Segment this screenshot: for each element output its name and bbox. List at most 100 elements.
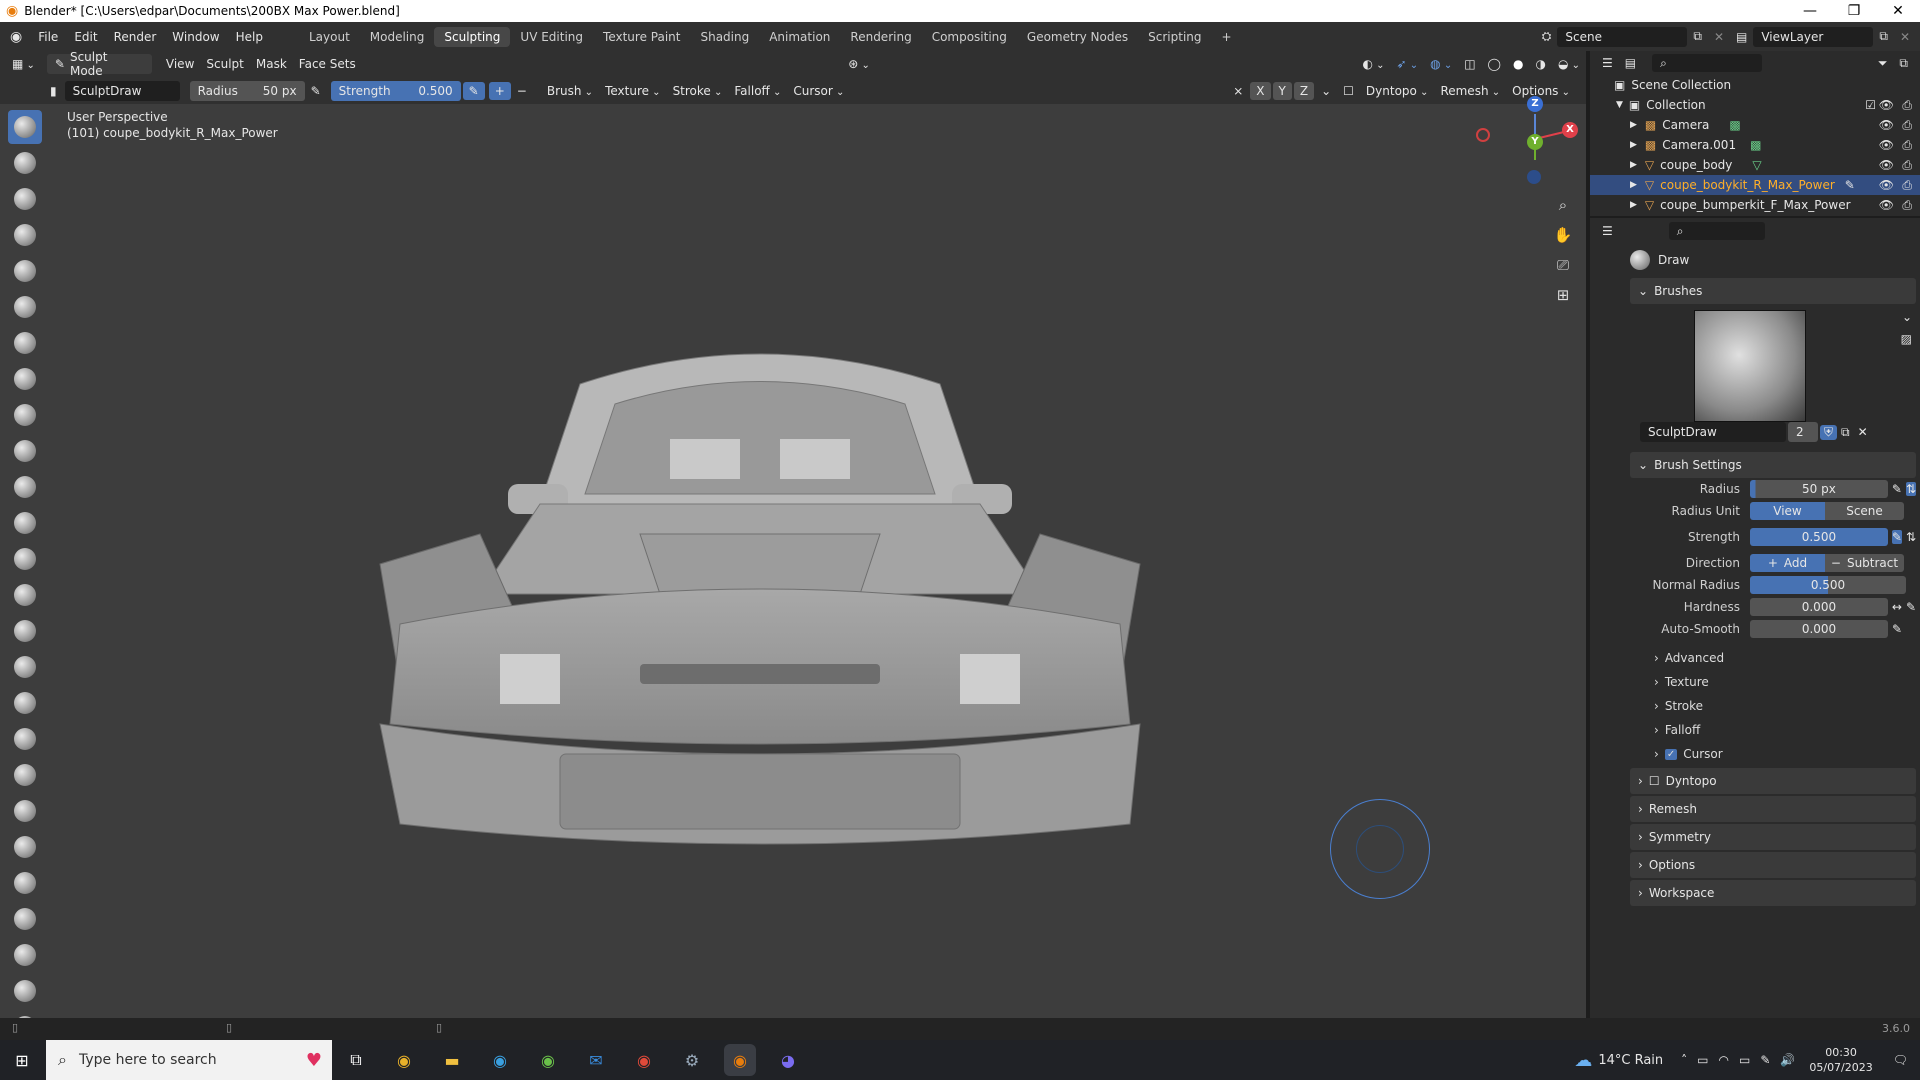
symmetry-y-toggle[interactable]: Y bbox=[1272, 81, 1292, 100]
brush-settings-panel-header[interactable]: ⌄ Brush Settings bbox=[1630, 452, 1916, 478]
chevron-down-icon[interactable]: ⌄ bbox=[1315, 82, 1337, 100]
auto-smooth-field[interactable]: 0.000 bbox=[1750, 620, 1888, 638]
tab-texture-paint[interactable]: Texture Paint bbox=[593, 27, 690, 47]
expand-right-icon[interactable]: ▶ bbox=[1630, 180, 1637, 190]
mail-icon[interactable]: ✉ bbox=[580, 1044, 612, 1076]
wireframe-shading-icon[interactable]: ◯ bbox=[1482, 55, 1507, 73]
tool-layer[interactable] bbox=[8, 290, 42, 324]
tool-slide-relax[interactable] bbox=[8, 902, 42, 936]
menu-view[interactable]: View bbox=[160, 55, 200, 73]
tool-draw-sharp[interactable] bbox=[8, 146, 42, 180]
add-workspace-icon[interactable]: + bbox=[1212, 27, 1242, 47]
cursor-checkbox[interactable]: ✓ bbox=[1664, 748, 1678, 760]
panel-symmetry[interactable]: › Symmetry bbox=[1630, 824, 1916, 850]
camera-render-icon[interactable]: ⎙ bbox=[1902, 98, 1912, 113]
chevron-up-icon[interactable]: ˄ bbox=[1681, 1053, 1687, 1067]
menu-file[interactable]: File bbox=[30, 30, 66, 44]
transform-orientation-icon[interactable]: ⊛ bbox=[842, 55, 876, 73]
eye-icon[interactable]: 👁 bbox=[1879, 118, 1894, 132]
filter-icon[interactable]: ⏷ bbox=[1872, 56, 1894, 71]
volume-icon[interactable]: 🔊 bbox=[1780, 1053, 1795, 1067]
discord-icon[interactable]: ◕ bbox=[772, 1044, 804, 1076]
strength-field[interactable]: 0.500 bbox=[1749, 528, 1888, 546]
outliner-item-coupe-bumperkit[interactable]: ▶ ▽ coupe_bumperkit_F_Max_Power 👁 ⎙ bbox=[1590, 195, 1920, 215]
minimize-icon[interactable]: — bbox=[1788, 3, 1832, 19]
expand-right-icon[interactable]: ▶ bbox=[1630, 140, 1637, 150]
tool-multiplane-scrape[interactable] bbox=[8, 578, 42, 612]
tab-layout[interactable]: Layout bbox=[299, 27, 360, 47]
properties-search-input[interactable]: ⌕ bbox=[1668, 222, 1765, 240]
dyntopo-checkbox[interactable]: ☐ bbox=[1649, 774, 1660, 788]
tool-pose[interactable] bbox=[8, 794, 42, 828]
direction-subtract[interactable]: − Subtract bbox=[1825, 554, 1904, 572]
radius-unit-scene[interactable]: Scene bbox=[1825, 502, 1904, 520]
eye-icon[interactable]: 👁 bbox=[1879, 138, 1894, 152]
brushes-panel-header[interactable]: ⌄ Brushes bbox=[1630, 278, 1916, 304]
outliner-item-camera-001[interactable]: ▶ ▩ Camera.001 ▩ 👁 ⎙ bbox=[1590, 135, 1920, 155]
tab-scripting[interactable]: Scripting bbox=[1138, 27, 1211, 47]
eye-icon[interactable]: 👁 bbox=[1879, 178, 1894, 192]
strength-slider[interactable]: Strength 0.500 bbox=[330, 80, 461, 101]
radius-unit-view[interactable]: View bbox=[1750, 502, 1825, 520]
eye-icon[interactable]: 👁 bbox=[1879, 198, 1894, 212]
tab-shading[interactable]: Shading bbox=[690, 27, 759, 47]
chrome-profile-icon[interactable]: ◉ bbox=[532, 1044, 564, 1076]
expand-right-icon[interactable]: ▶ bbox=[1630, 120, 1637, 130]
tool-clay-strips[interactable] bbox=[8, 218, 42, 252]
radius-unit-toggle-icon[interactable]: ⇅ bbox=[1905, 482, 1917, 496]
gizmo-y-axis[interactable]: Y bbox=[1527, 134, 1543, 150]
duplicate-icon[interactable]: ⧉ bbox=[1837, 425, 1854, 440]
file-explorer-icon[interactable]: ▬ bbox=[436, 1044, 468, 1076]
chrome-icon[interactable]: ◉ bbox=[388, 1044, 420, 1076]
tool-clay-thumb[interactable] bbox=[8, 254, 42, 288]
camera-render-icon[interactable]: ⎙ bbox=[1902, 118, 1912, 133]
new-collection-icon[interactable]: ⧉ bbox=[1893, 56, 1914, 71]
auto-smooth-pressure-icon[interactable]: ✎ bbox=[1892, 622, 1902, 636]
symmetry-z-toggle[interactable]: Z bbox=[1293, 81, 1315, 100]
outliner-item-camera[interactable]: ▶ ▩ Camera ▩ 👁 ⎙ bbox=[1590, 115, 1920, 135]
fake-user-shield-icon[interactable]: ⛨ bbox=[1820, 424, 1838, 440]
rendered-shading-icon[interactable]: ◒ bbox=[1552, 55, 1586, 73]
collection-checkbox[interactable]: ☑ bbox=[1865, 98, 1876, 112]
unlink-x-icon[interactable]: ✕ bbox=[1854, 425, 1872, 439]
gizmo-neg-x-axis[interactable] bbox=[1476, 128, 1490, 142]
tool-fill[interactable] bbox=[8, 506, 42, 540]
outliner-item-coupe-bodykit[interactable]: ▶ ▽ coupe_bodykit_R_Max_Power ✎ 👁 ⎙ bbox=[1590, 175, 1920, 195]
menu-mask[interactable]: Mask bbox=[250, 55, 293, 73]
3d-viewport[interactable]: User Perspective (101) coupe_bodykit_R_M… bbox=[0, 96, 1586, 1018]
tool-pinch[interactable] bbox=[8, 614, 42, 648]
menu-sculpt[interactable]: Sculpt bbox=[200, 55, 249, 73]
steam-icon[interactable]: ⚙ bbox=[676, 1044, 708, 1076]
strength-pressure-icon[interactable]: ✎ bbox=[1891, 530, 1902, 544]
tool-inflate[interactable] bbox=[8, 326, 42, 360]
car-model[interactable] bbox=[340, 264, 1240, 864]
texture-menu[interactable]: Texture bbox=[599, 82, 667, 100]
tool-elastic-deform[interactable] bbox=[8, 686, 42, 720]
pen-icon[interactable]: ✎ bbox=[1760, 1053, 1770, 1067]
tab-modeling[interactable]: Modeling bbox=[360, 27, 435, 47]
new-scene-icon[interactable]: ⧉ bbox=[1687, 29, 1708, 44]
mode-selector[interactable]: ✎ Sculpt Mode bbox=[46, 50, 152, 78]
expand-down-icon[interactable]: ▼ bbox=[1616, 100, 1623, 110]
tool-crease[interactable] bbox=[8, 398, 42, 432]
windows-start-icon[interactable]: ⊞ bbox=[6, 1044, 38, 1076]
symmetry-x-toggle[interactable]: X bbox=[1250, 81, 1271, 100]
direction-add[interactable]: + Add bbox=[1750, 554, 1825, 572]
gizmo-neg-z-axis[interactable] bbox=[1527, 170, 1541, 184]
zoom-icon[interactable]: ⌕ bbox=[1550, 192, 1576, 218]
dyntopo-menu[interactable]: Dyntopo bbox=[1360, 82, 1435, 100]
gizmo-x-axis[interactable]: X bbox=[1562, 122, 1578, 138]
edge-icon[interactable]: ◉ bbox=[484, 1044, 516, 1076]
new-view-layer-icon[interactable]: ⧉ bbox=[1873, 29, 1894, 44]
camera-render-icon[interactable]: ⎙ bbox=[1902, 158, 1912, 173]
view-layer-selector[interactable]: ViewLayer bbox=[1753, 26, 1874, 47]
restore-icon[interactable]: ❐ bbox=[1832, 3, 1876, 19]
tab-sculpting[interactable]: Sculpting bbox=[434, 26, 511, 47]
tool-draw[interactable] bbox=[8, 110, 42, 144]
camera-render-icon[interactable]: ⎙ bbox=[1902, 198, 1912, 213]
tool-nudge[interactable] bbox=[8, 830, 42, 864]
tool-flatten[interactable] bbox=[8, 470, 42, 504]
navigation-gizmo[interactable]: Z X Y bbox=[1476, 94, 1580, 184]
expand-right-icon[interactable]: ▶ bbox=[1630, 200, 1637, 210]
radius-slider[interactable]: Radius 50 px bbox=[189, 80, 305, 101]
